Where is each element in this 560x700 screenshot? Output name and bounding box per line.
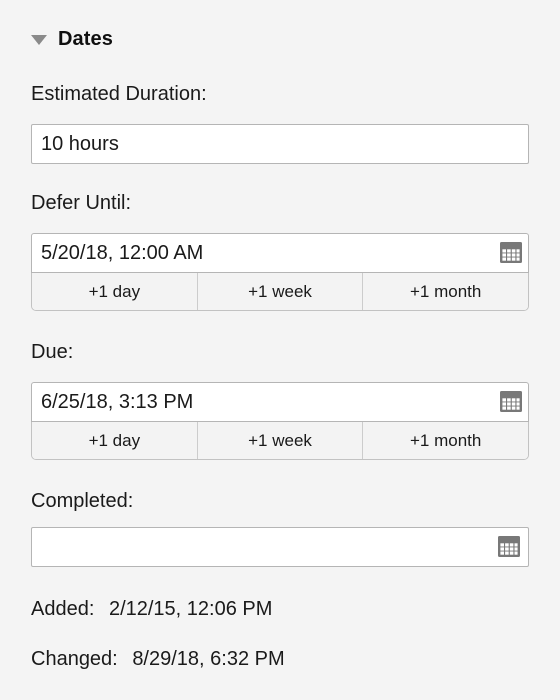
- completed-label: Completed:: [31, 490, 134, 512]
- due-plus-1-week-button[interactable]: +1 week: [197, 422, 364, 459]
- added-value: 2/12/15, 12:06 PM: [108, 598, 273, 620]
- defer-until-quick-buttons: +1 day +1 week +1 month: [31, 273, 529, 311]
- dates-panel: Dates Estimated Duration: 10 hours Defer…: [0, 0, 560, 700]
- calendar-icon[interactable]: [498, 241, 524, 265]
- added-row: Added: 2/12/15, 12:06 PM: [31, 598, 272, 621]
- estimated-duration-label: Estimated Duration:: [31, 83, 207, 105]
- defer-plus-1-week-button[interactable]: +1 week: [197, 273, 364, 310]
- changed-value: 8/29/18, 6:32 PM: [132, 648, 285, 670]
- defer-until-field[interactable]: 5/20/18, 12:00 AM: [31, 233, 529, 273]
- changed-label: Changed:: [31, 648, 118, 670]
- page-title: Dates: [58, 27, 113, 50]
- calendar-icon[interactable]: [498, 390, 524, 414]
- added-label: Added:: [31, 598, 95, 620]
- completed-field[interactable]: [31, 527, 529, 567]
- due-quick-buttons: +1 day +1 week +1 month: [31, 422, 529, 460]
- defer-plus-1-month-button[interactable]: +1 month: [363, 273, 528, 310]
- triangle-down-icon[interactable]: [31, 35, 47, 45]
- estimated-duration-value: 10 hours: [41, 132, 119, 155]
- calendar-icon[interactable]: [496, 535, 522, 559]
- due-plus-1-day-button[interactable]: +1 day: [32, 422, 198, 459]
- dates-section-header[interactable]: Dates: [31, 26, 113, 52]
- defer-plus-1-day-button[interactable]: +1 day: [32, 273, 198, 310]
- due-field[interactable]: 6/25/18, 3:13 PM: [31, 382, 529, 422]
- due-value: 6/25/18, 3:13 PM: [41, 390, 194, 413]
- defer-until-value: 5/20/18, 12:00 AM: [41, 241, 204, 264]
- due-plus-1-month-button[interactable]: +1 month: [363, 422, 528, 459]
- changed-row: Changed: 8/29/18, 6:32 PM: [31, 648, 285, 671]
- defer-until-label: Defer Until:: [31, 192, 132, 214]
- estimated-duration-field[interactable]: 10 hours: [31, 124, 529, 164]
- due-label: Due:: [31, 341, 74, 363]
